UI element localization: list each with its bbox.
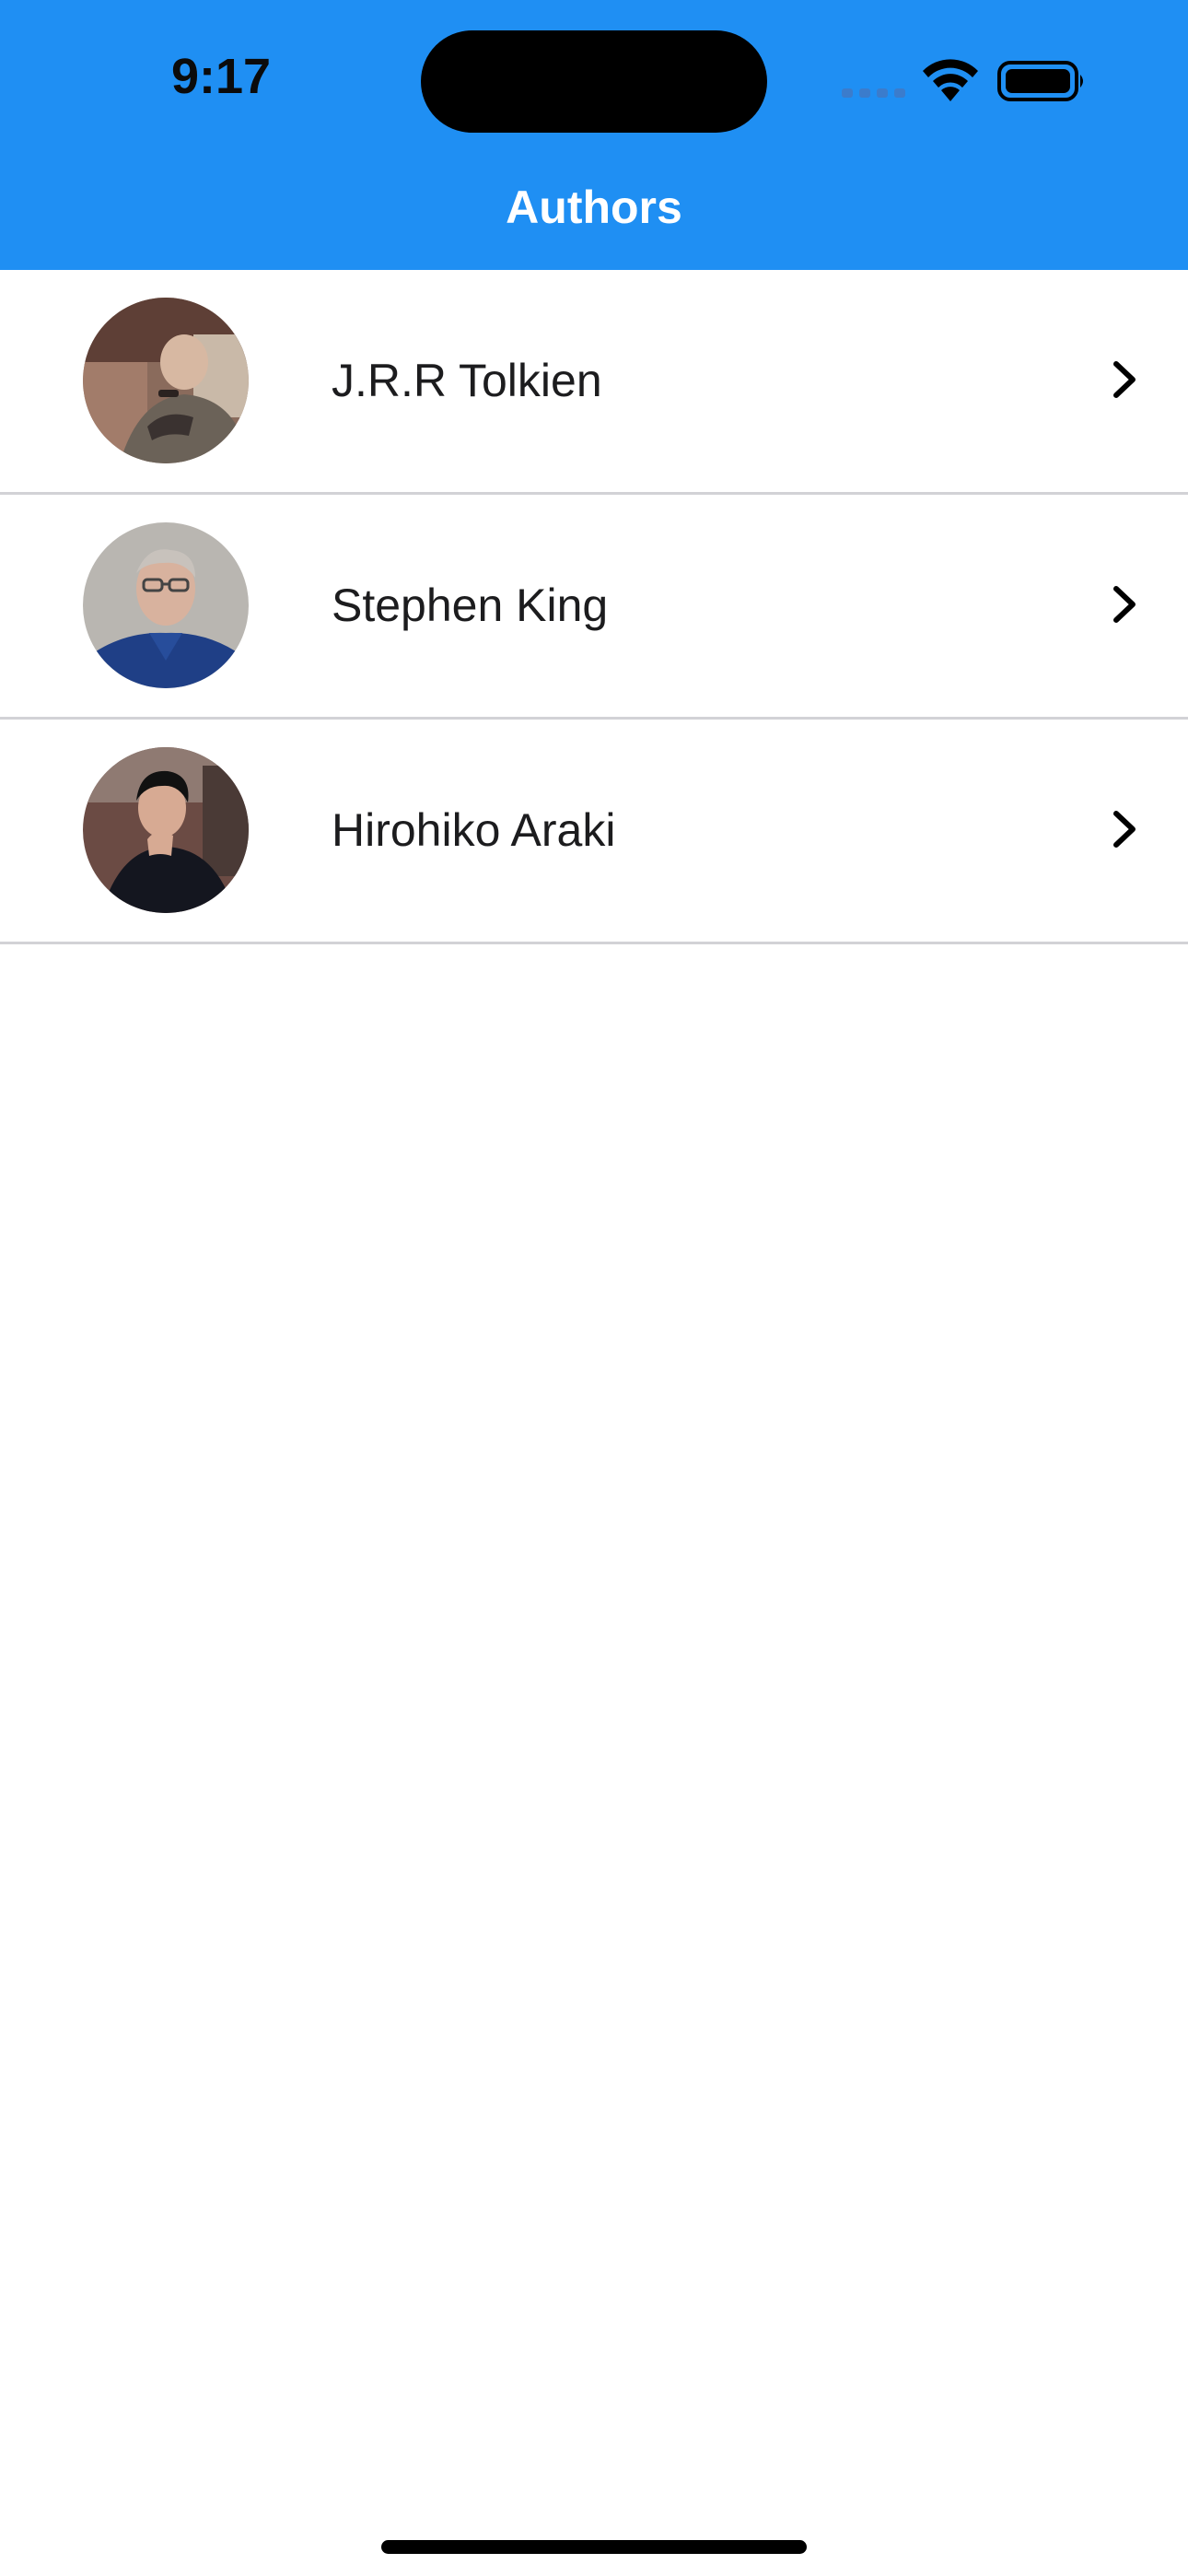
author-avatar [83,298,249,463]
author-avatar [83,747,249,913]
cellular-signal-icon [842,88,905,98]
list-item-tolkien[interactable]: J.R.R Tolkien [0,270,1188,495]
author-name: J.R.R Tolkien [332,355,602,406]
dynamic-island [421,30,767,133]
chevron-right-icon [1113,811,1136,848]
navigation-header: 9:17 Authors [0,0,1188,270]
list-item-hirohiko-araki[interactable]: Hirohiko Araki [0,720,1188,944]
authors-list: J.R.R Tolkien Stephen King Hirohiko Arak… [0,270,1188,944]
status-bar-time: 9:17 [171,49,272,104]
home-indicator[interactable] [381,2540,807,2554]
author-name: Hirohiko Araki [332,804,616,856]
author-name: Stephen King [332,580,609,631]
chevron-right-icon [1113,586,1136,623]
page-title: Authors [506,181,682,233]
wifi-icon [923,59,978,101]
battery-icon [997,61,1083,101]
chevron-right-icon [1113,361,1136,398]
author-avatar [83,522,249,688]
list-item-stephen-king[interactable]: Stephen King [0,495,1188,720]
